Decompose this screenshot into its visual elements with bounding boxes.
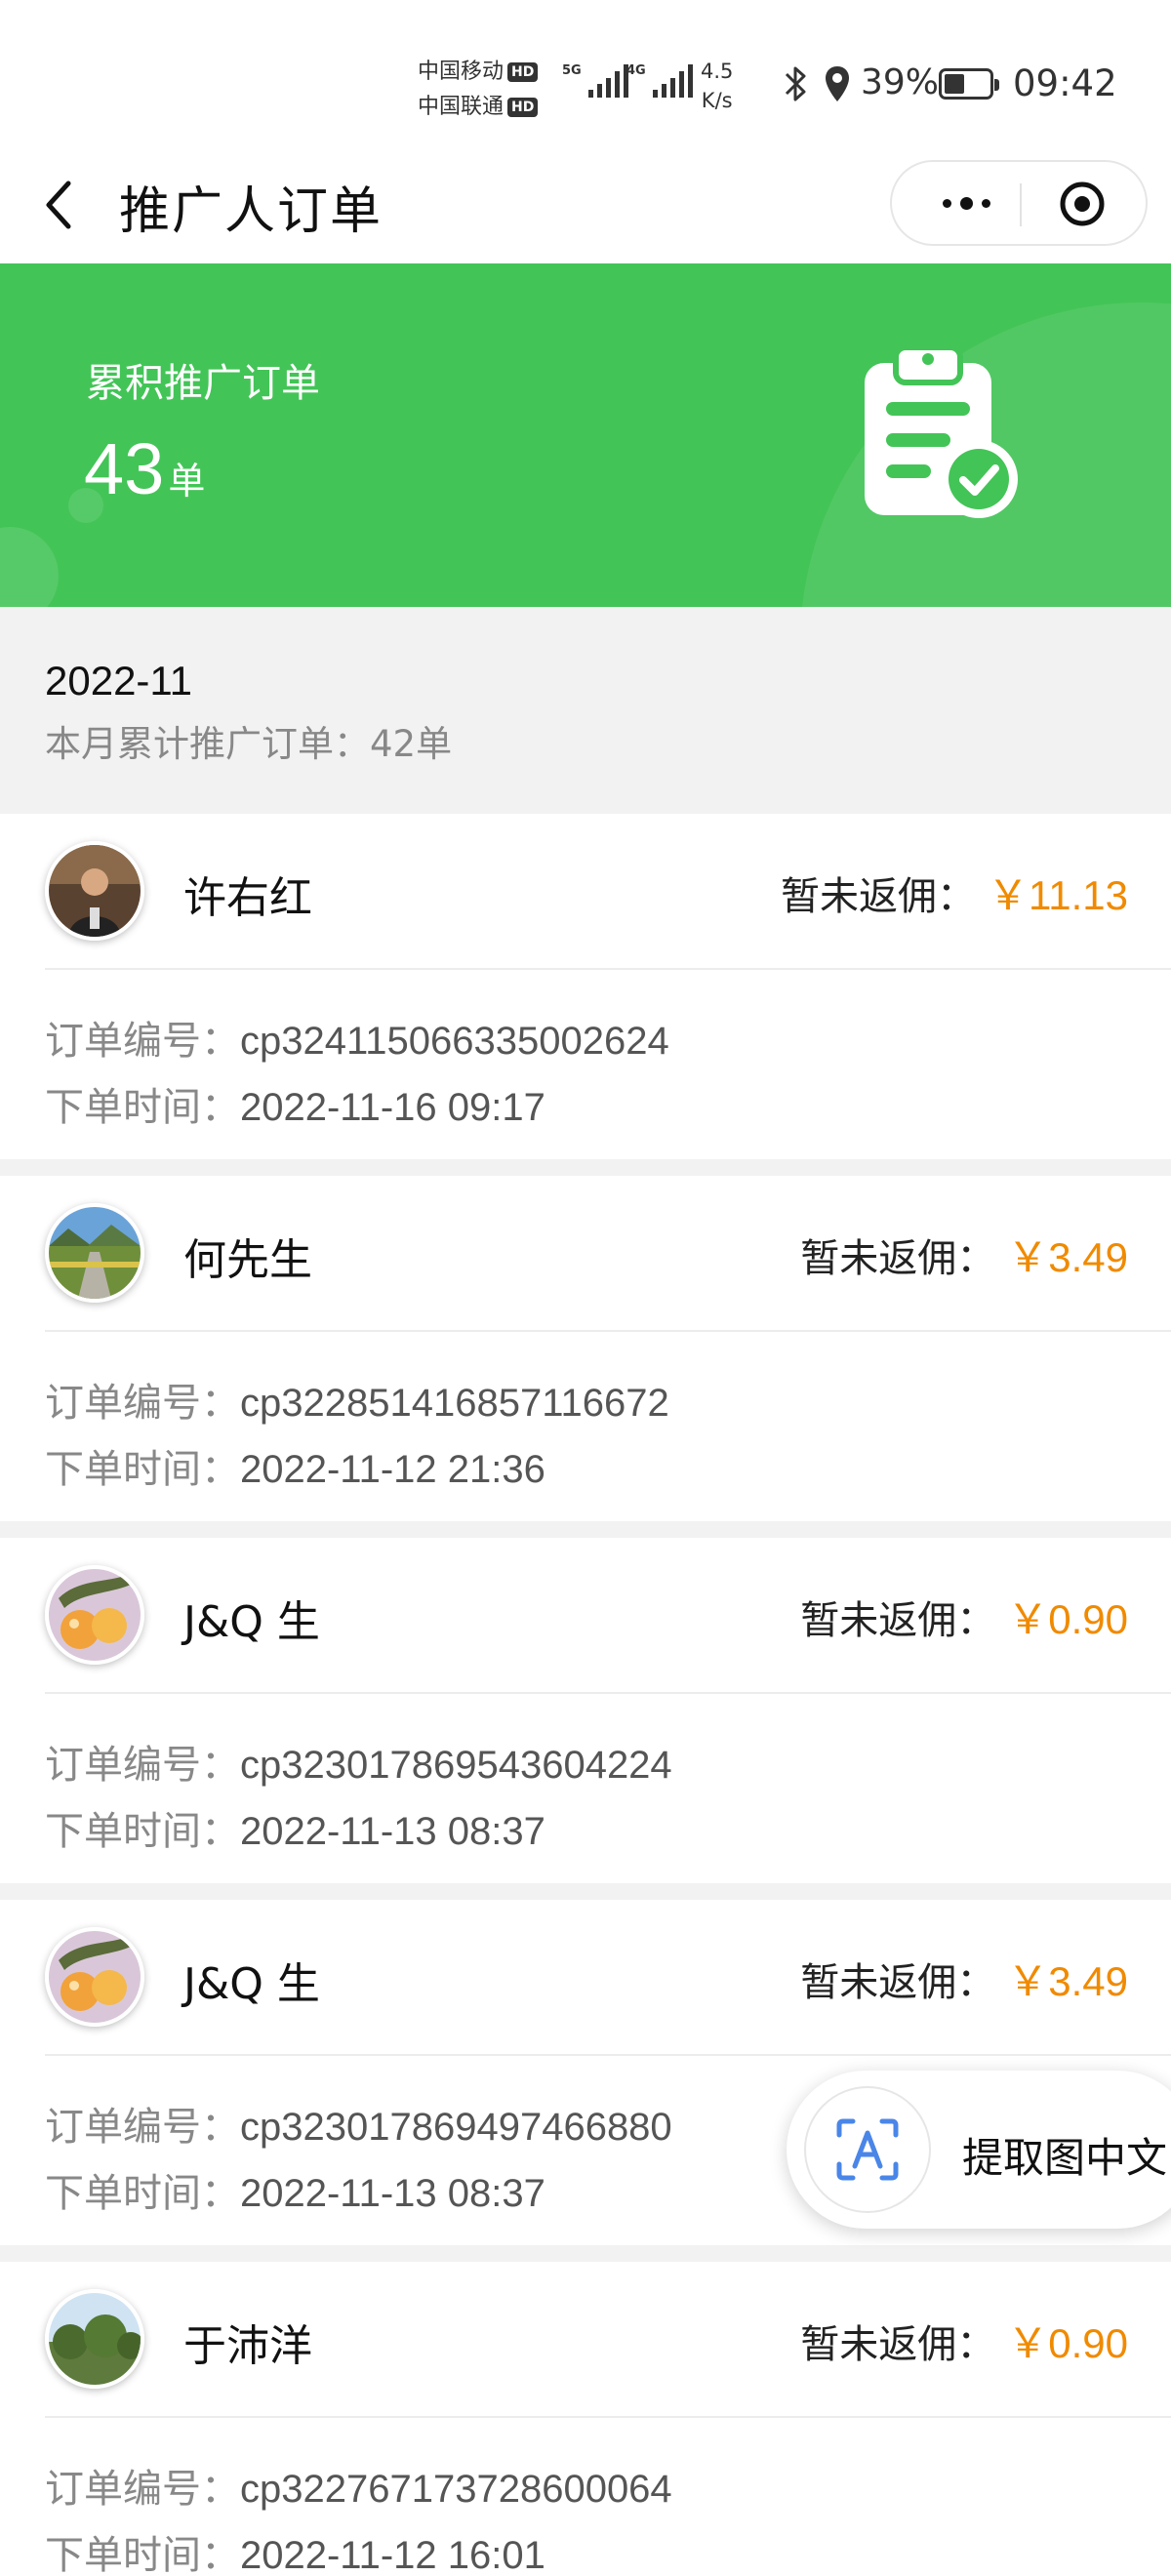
divider bbox=[45, 2416, 1171, 2418]
page-title: 推广人订单 bbox=[119, 182, 384, 241]
rebate-status: 暂未返佣： ￥0.90 bbox=[800, 2311, 1128, 2370]
ocr-scan-icon bbox=[836, 2118, 899, 2181]
rebate-amount: ￥0.90 bbox=[1007, 1596, 1128, 1642]
hd-badge: HD bbox=[507, 62, 539, 82]
rebate-label: 暂未返佣： bbox=[781, 874, 976, 919]
rebate-amount: ￥3.49 bbox=[1007, 1234, 1128, 1280]
customer-name: J&Q 生 bbox=[183, 1959, 320, 2009]
rebate-status: 暂未返佣： ￥3.49 bbox=[800, 1949, 1128, 2008]
signal-4g-icon: 4G bbox=[626, 64, 693, 98]
back-arrow-icon[interactable] bbox=[39, 176, 78, 234]
carrier-name-2: 中国联通 bbox=[418, 95, 505, 119]
extract-text-button[interactable]: 提取图中文 bbox=[787, 2071, 1171, 2229]
month-label: 2022-11 bbox=[45, 658, 193, 704]
order-time: 下单时间：2022-11-13 08:37 bbox=[45, 1809, 545, 1854]
capsule-divider bbox=[1020, 183, 1022, 226]
mini-program-capsule bbox=[890, 160, 1148, 246]
order-number: 订单编号：cp322767173728600064 bbox=[45, 2467, 672, 2512]
rebate-amount: ￥3.49 bbox=[1007, 1958, 1128, 2004]
divider bbox=[45, 1692, 1171, 1694]
rebate-status: 暂未返佣： ￥0.90 bbox=[800, 1587, 1128, 1646]
total-orders-unit: 单 bbox=[168, 460, 206, 503]
customer-name: 许右红 bbox=[183, 873, 312, 923]
rebate-amount: ￥0.90 bbox=[1007, 2320, 1128, 2366]
more-dots-icon[interactable] bbox=[927, 162, 1005, 244]
total-orders-label: 累积推广订单 bbox=[86, 361, 320, 406]
divider bbox=[45, 968, 1171, 970]
carrier-info: 中国移动 HD 中国联通 HD bbox=[418, 55, 539, 125]
signal-5g-icon: 5G bbox=[562, 64, 628, 98]
order-number: 订单编号：cp324115066335002624 bbox=[45, 1019, 669, 1064]
order-card[interactable]: 许右红 暂未返佣： ￥11.13 订单编号：cp32411506633500262… bbox=[0, 814, 1171, 1159]
nav-bar: 推广人订单 bbox=[0, 156, 1171, 263]
rebate-label: 暂未返佣： bbox=[800, 1236, 996, 1281]
order-time: 下单时间：2022-11-16 09:17 bbox=[45, 1085, 545, 1130]
order-number: 订单编号：cp323017869497466880 bbox=[45, 2105, 672, 2150]
customer-name: 何先生 bbox=[183, 1235, 312, 1285]
landscape-avatar bbox=[45, 1203, 144, 1303]
battery-percent: 39% bbox=[861, 62, 940, 102]
total-orders-count: 43 bbox=[84, 428, 165, 509]
order-number: 订单编号：cp322851416857116672 bbox=[45, 1381, 669, 1426]
trees-avatar bbox=[45, 2289, 144, 2389]
month-header: 2022-11 本月累计推广订单：42单 bbox=[0, 607, 1171, 814]
fruit-avatar bbox=[45, 1927, 144, 2027]
rebate-amount: ￥11.13 bbox=[988, 872, 1128, 918]
order-card[interactable]: 何先生 暂未返佣： ￥3.49 订单编号：cp322851416857116672… bbox=[0, 1176, 1171, 1521]
order-card[interactable]: J&Q 生 暂未返佣： ￥0.90 订单编号：cp3230178695436042… bbox=[0, 1538, 1171, 1883]
carrier-name-1: 中国移动 bbox=[418, 60, 505, 84]
order-number: 订单编号：cp323017869543604224 bbox=[45, 1743, 672, 1788]
ocr-icon-ring bbox=[804, 2086, 931, 2213]
bluetooth-icon bbox=[785, 66, 806, 101]
summary-banner: 累积推广订单 43 单 bbox=[0, 263, 1171, 607]
fruit-avatar bbox=[45, 1565, 144, 1665]
rebate-status: 暂未返佣： ￥11.13 bbox=[781, 863, 1128, 922]
rebate-status: 暂未返佣： ￥3.49 bbox=[800, 1225, 1128, 1284]
clock: 09:42 bbox=[1013, 62, 1117, 104]
customer-name: J&Q 生 bbox=[183, 1597, 320, 1647]
rebate-label: 暂未返佣： bbox=[800, 1960, 996, 2005]
portrait-avatar bbox=[45, 841, 144, 941]
battery-icon bbox=[939, 68, 999, 100]
divider bbox=[45, 1330, 1171, 1332]
network-speed: 4.5 K/s bbox=[701, 60, 734, 112]
divider bbox=[45, 2054, 1171, 2056]
location-icon bbox=[826, 66, 849, 101]
total-orders-value: 43 单 bbox=[84, 427, 205, 510]
month-summary: 本月累计推广订单：42单 bbox=[45, 723, 453, 765]
status-bar: 中国移动 HD 中国联通 HD 5G 4G 4.5 K/s 39% 09:42 bbox=[0, 0, 1171, 156]
clipboard-check-icon bbox=[865, 344, 1018, 518]
customer-name: 于沛洋 bbox=[183, 2321, 312, 2371]
order-card[interactable]: 于沛洋 暂未返佣： ￥0.90 订单编号：cp322767173728600064… bbox=[0, 2262, 1171, 2576]
order-time: 下单时间：2022-11-12 21:36 bbox=[45, 1447, 545, 1492]
order-time: 下单时间：2022-11-12 16:01 bbox=[45, 2533, 545, 2576]
rebate-label: 暂未返佣： bbox=[800, 2322, 996, 2367]
hd-badge: HD bbox=[507, 98, 539, 117]
rebate-label: 暂未返佣： bbox=[800, 1598, 996, 1643]
extract-text-label: 提取图中文 bbox=[962, 2134, 1168, 2182]
order-time: 下单时间：2022-11-13 08:37 bbox=[45, 2171, 545, 2216]
close-target-icon[interactable] bbox=[1058, 180, 1107, 228]
